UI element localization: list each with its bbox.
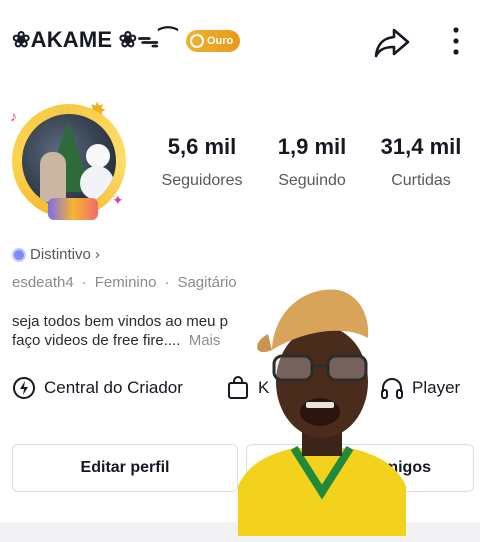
avatar-image: [22, 114, 116, 208]
profile-meta: esdeath4 · Feminino · Sagitário: [12, 274, 237, 291]
profile-username: ❀AKAME ❀ᯓ⁀: [12, 27, 178, 52]
likes-count: 31,4 mil: [380, 134, 462, 159]
following-count: 1,9 mil: [277, 134, 347, 159]
avatar-ribbon: [48, 198, 98, 220]
creator-center-button[interactable]: Central do Criador: [12, 376, 183, 400]
music-note-icon: ♪: [10, 108, 17, 124]
stat-likes[interactable]: 31,4 mil Curtidas: [370, 134, 472, 190]
badge-label: Ouro: [207, 35, 234, 47]
badge-shield-icon: [12, 247, 26, 262]
more-options-icon[interactable]: [446, 24, 466, 60]
share-icon[interactable]: [372, 24, 412, 60]
profile-handle: esdeath4: [12, 274, 74, 291]
stat-followers[interactable]: 5,6 mil Seguidores: [150, 134, 254, 190]
chevron-right-icon: ›: [94, 246, 100, 263]
bio-line: faço videos de free fire....: [12, 332, 181, 349]
bio-more-link[interactable]: Mais: [189, 332, 221, 349]
creator-center-label: Central do Criador: [44, 378, 183, 397]
likes-label: Curtidas: [391, 172, 451, 189]
following-label: Seguindo: [278, 172, 346, 189]
followers-label: Seguidores: [161, 172, 243, 189]
followers-count: 5,6 mil: [167, 134, 237, 159]
profile-gender: Feminino: [94, 274, 157, 291]
distintivo-link[interactable]: Distintivo ›: [12, 246, 100, 263]
gold-badge[interactable]: Ouro: [186, 30, 240, 52]
lightning-icon: [13, 377, 35, 399]
person-video-overlay: [238, 289, 406, 536]
player-label: Player: [412, 378, 461, 397]
profile-sign: Sagitário: [177, 274, 237, 291]
avatar[interactable]: ♪ ✸ ✦: [8, 98, 136, 222]
stat-following[interactable]: 1,9 mil Seguindo: [264, 134, 360, 190]
distintivo-label: Distintivo: [30, 246, 91, 263]
sparkle-icon: ✦: [112, 192, 124, 208]
coin-icon: [190, 34, 204, 48]
edit-profile-button[interactable]: Editar perfil: [12, 444, 238, 492]
